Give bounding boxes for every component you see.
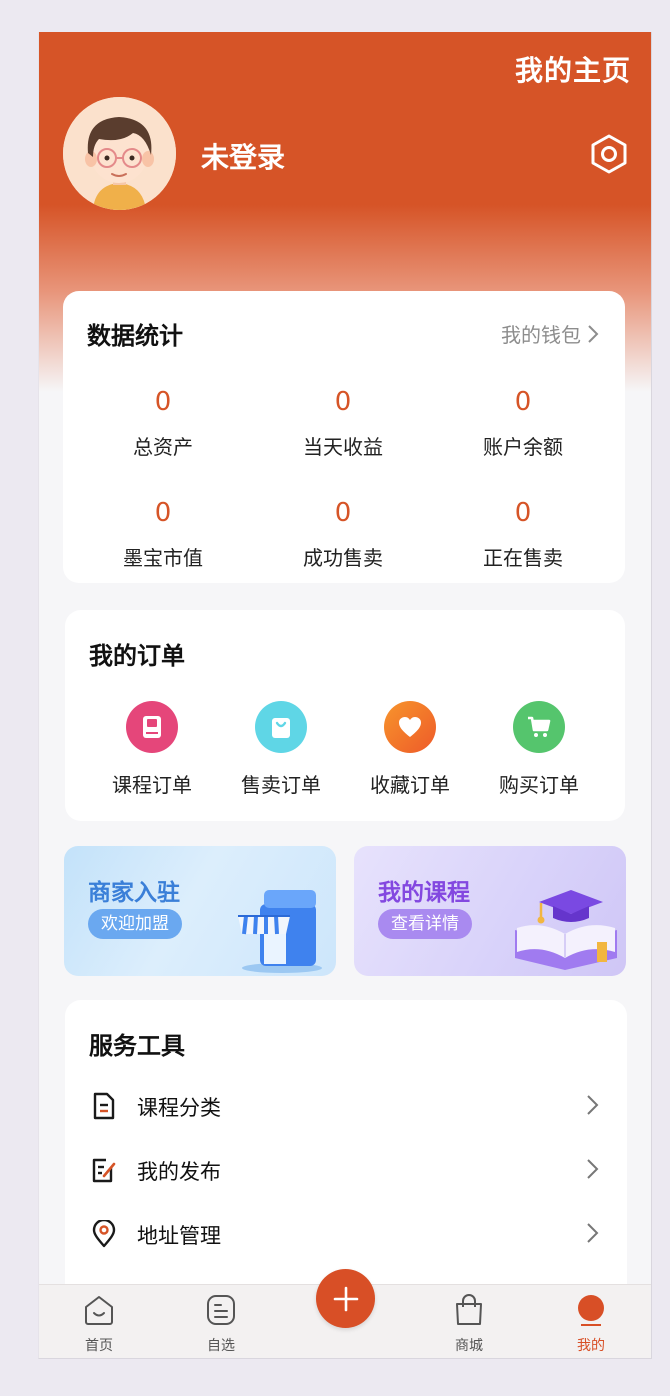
order-selling[interactable]: 售卖订单 xyxy=(221,701,341,798)
mobile-screen: 我的主页 未登录 数据统计 我的钱包 0 总资产 0 当天收益 0 账户余额 0… xyxy=(38,32,652,1359)
view-details-button[interactable]: 查看详情 xyxy=(378,909,472,939)
tab-label: 商城 xyxy=(455,1338,483,1354)
chevron-right-icon xyxy=(587,1159,599,1179)
tool-label: 地址管理 xyxy=(137,1224,221,1248)
chevron-right-icon xyxy=(587,1095,599,1115)
storefront-icon xyxy=(238,890,322,973)
stat-value: 0 xyxy=(154,498,172,528)
tab-watchlist[interactable]: 自选 xyxy=(181,1293,261,1355)
settings-icon[interactable] xyxy=(589,133,629,175)
stat-market-value: 0 墨宝市值 xyxy=(73,498,253,571)
tab-label: 我的 xyxy=(577,1338,605,1354)
order-favorites[interactable]: 收藏订单 xyxy=(350,701,470,798)
stats-title: 数据统计 xyxy=(87,322,183,350)
edit-icon xyxy=(91,1156,117,1184)
courses-banner-title: 我的课程 xyxy=(378,880,470,906)
document-icon xyxy=(91,1092,117,1120)
profile-icon xyxy=(578,1295,604,1326)
chevron-right-icon xyxy=(588,324,599,343)
tool-my-posts[interactable]: 我的发布 xyxy=(65,1144,627,1196)
location-pin-icon xyxy=(91,1218,117,1248)
shopping-bag-icon xyxy=(255,701,307,753)
tab-home[interactable]: 首页 xyxy=(59,1293,139,1355)
tool-course-category[interactable]: 课程分类 xyxy=(65,1080,627,1132)
wallet-link[interactable]: 我的钱包 xyxy=(501,319,599,348)
graduation-book-icon xyxy=(515,890,617,970)
order-label: 课程订单 xyxy=(112,773,192,797)
merchant-banner-title: 商家入驻 xyxy=(88,880,180,906)
stats-card: 数据统计 我的钱包 0 总资产 0 当天收益 0 账户余额 0 墨宝市值 0 成… xyxy=(63,291,625,583)
wallet-link-label: 我的钱包 xyxy=(501,323,581,347)
stat-label: 当天收益 xyxy=(303,435,383,459)
stat-value: 0 xyxy=(514,498,532,528)
stat-value: 0 xyxy=(334,387,352,417)
bag-icon xyxy=(456,1294,482,1325)
list-icon xyxy=(207,1295,235,1325)
order-label: 收藏订单 xyxy=(370,773,450,797)
orders-card: 我的订单 课程订单 售卖订单 收藏订单 购买订单 xyxy=(65,610,625,821)
chevron-right-icon xyxy=(587,1223,599,1243)
stat-daily-income: 0 当天收益 xyxy=(253,387,433,460)
avatar-illustration-icon xyxy=(63,97,176,210)
order-course[interactable]: 课程订单 xyxy=(92,701,212,798)
plus-icon xyxy=(333,1286,358,1311)
stat-value: 0 xyxy=(514,387,532,417)
stat-total-assets: 0 总资产 xyxy=(73,387,253,460)
orders-title: 我的订单 xyxy=(89,642,185,670)
order-label: 售卖订单 xyxy=(241,773,321,797)
avatar[interactable] xyxy=(63,97,176,210)
order-label: 购买订单 xyxy=(499,773,579,797)
add-button[interactable] xyxy=(316,1269,375,1328)
stat-label: 账户余额 xyxy=(483,435,563,459)
book-icon xyxy=(126,701,178,753)
order-purchase[interactable]: 购买订单 xyxy=(479,701,599,798)
stat-sold: 0 成功售卖 xyxy=(253,498,433,571)
stat-value: 0 xyxy=(154,387,172,417)
cart-icon xyxy=(513,701,565,753)
tool-label: 课程分类 xyxy=(137,1096,221,1120)
home-icon xyxy=(85,1296,113,1325)
stat-label: 正在售卖 xyxy=(483,546,563,570)
tab-mall[interactable]: 商城 xyxy=(429,1293,509,1355)
stat-value: 0 xyxy=(334,498,352,528)
tool-address-management[interactable]: 地址管理 xyxy=(65,1208,627,1260)
stat-selling: 0 正在售卖 xyxy=(433,498,613,571)
tools-title: 服务工具 xyxy=(89,1032,185,1060)
my-courses-banner[interactable]: 我的课程 查看详情 xyxy=(354,846,626,976)
stat-label: 总资产 xyxy=(133,435,193,459)
heart-icon xyxy=(384,701,436,753)
tool-label: 我的发布 xyxy=(137,1160,221,1184)
stat-account-balance: 0 账户余额 xyxy=(433,387,613,460)
username[interactable]: 未登录 xyxy=(201,136,285,176)
stat-label: 墨宝市值 xyxy=(123,546,203,570)
merchant-join-banner[interactable]: 商家入驻 欢迎加盟 xyxy=(64,846,336,976)
tab-profile[interactable]: 我的 xyxy=(551,1293,631,1355)
tab-label: 首页 xyxy=(85,1338,113,1354)
join-button[interactable]: 欢迎加盟 xyxy=(88,909,182,939)
tab-label: 自选 xyxy=(207,1338,235,1354)
page-title: 我的主页 xyxy=(514,54,631,87)
stat-label: 成功售卖 xyxy=(303,546,383,570)
